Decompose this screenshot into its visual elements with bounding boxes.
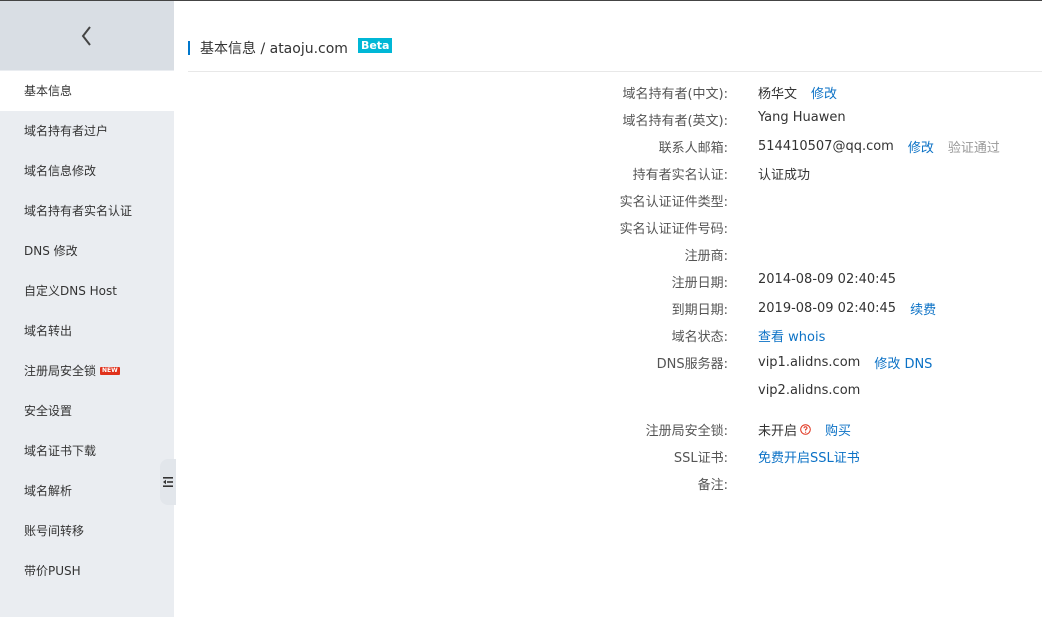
email-modify-link[interactable]: 修改 <box>908 137 934 156</box>
cert-no-label: 实名认证证件号码: <box>619 222 728 237</box>
dns-label: DNS服务器: <box>656 357 728 372</box>
row-registrar: 注册商: <box>0 245 1042 264</box>
dns-server-2: vip2.alidns.com <box>758 383 861 398</box>
lock-label: 注册局安全锁: <box>645 424 728 439</box>
lock-value: 未开启 <box>758 424 798 439</box>
sidebar-item-label: 账号间转移 <box>24 524 85 538</box>
row-lock: 注册局安全锁: 未开启 购买 <box>0 420 1042 439</box>
row-cert-no: 实名认证证件号码: <box>0 218 1042 237</box>
row-remark: 备注: <box>0 474 1042 493</box>
owner-en-label: 域名持有者(英文): <box>622 114 728 129</box>
row-owner-en: 域名持有者(英文): Yang Huawen <box>0 110 1042 129</box>
header-divider <box>188 71 1042 72</box>
exp-date-value: 2019-08-09 02:40:45 <box>758 301 897 316</box>
realname-value: 认证成功 <box>758 168 811 183</box>
question-icon[interactable] <box>800 424 811 435</box>
email-label: 联系人邮箱: <box>658 141 728 156</box>
row-cert-type: 实名认证证件类型: <box>0 191 1042 210</box>
page-title: 基本信息 / ataoju.com <box>200 41 348 57</box>
owner-cn-modify-link[interactable]: 修改 <box>811 83 837 102</box>
sidebar-item-label: 安全设置 <box>24 404 73 418</box>
row-status: 域名状态: 查看 whois <box>0 326 1042 345</box>
header-accent-bar <box>188 41 190 55</box>
reg-date-label: 注册日期: <box>671 276 728 291</box>
lock-buy-link[interactable]: 购买 <box>825 420 851 439</box>
sidebar-item-label: 带价PUSH <box>24 564 81 578</box>
sidebar-item-account-transfer[interactable]: 账号间转移 <box>0 511 174 551</box>
page-header: 基本信息 / ataoju.com Beta <box>188 37 393 58</box>
row-realname: 持有者实名认证: 认证成功 <box>0 164 1042 183</box>
chevron-left-icon <box>81 25 91 46</box>
dns-server-1: vip1.alidns.com <box>758 355 861 370</box>
ssl-enable-link[interactable]: 免费开启SSL证书 <box>758 447 860 466</box>
row-ssl: SSL证书: 免费开启SSL证书 <box>0 447 1042 466</box>
sidebar-item-price-push[interactable]: 带价PUSH <box>0 551 174 591</box>
row-owner-cn: 域名持有者(中文): 杨华文 修改 <box>0 83 1042 102</box>
row-reg-date: 注册日期: 2014-08-09 02:40:45 <box>0 272 1042 291</box>
reg-date-value: 2014-08-09 02:40:45 <box>758 272 897 287</box>
renew-link[interactable]: 续费 <box>910 299 936 318</box>
row-dns: DNS服务器: vip1.alidns.com 修改 DNS <box>0 353 1042 372</box>
row-dns-2: vip2.alidns.com <box>0 383 1042 401</box>
ssl-label: SSL证书: <box>673 451 728 466</box>
cert-type-label: 实名认证证件类型: <box>619 195 728 210</box>
remark-label: 备注: <box>697 478 728 493</box>
exp-date-label: 到期日期: <box>671 303 728 318</box>
email-value: 514410507@qq.com <box>758 139 894 154</box>
row-exp-date: 到期日期: 2019-08-09 02:40:45 续费 <box>0 299 1042 318</box>
status-label: 域名状态: <box>671 330 728 345</box>
email-verify-status: 验证通过 <box>947 141 1000 156</box>
row-email: 联系人邮箱: 514410507@qq.com 修改 验证通过 <box>0 137 1042 156</box>
whois-link[interactable]: 查看 whois <box>758 326 825 345</box>
owner-en-value: Yang Huawen <box>758 110 846 125</box>
beta-badge: Beta <box>357 37 393 53</box>
realname-label: 持有者实名认证: <box>632 168 728 183</box>
owner-cn-value: 杨华文 <box>758 87 798 102</box>
dns-modify-link[interactable]: 修改 DNS <box>874 353 932 372</box>
owner-cn-label: 域名持有者(中文): <box>622 87 728 102</box>
back-button[interactable] <box>0 1 174 70</box>
registrar-label: 注册商: <box>684 249 728 264</box>
